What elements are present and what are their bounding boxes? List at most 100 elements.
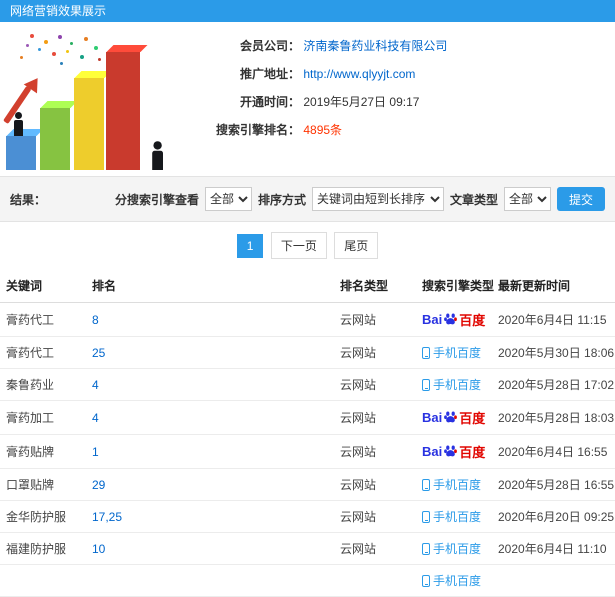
cell-rank: 17,25: [86, 500, 334, 533]
field-promo-url-label: 推广地址：: [239, 67, 300, 81]
baidu-paw-icon: [444, 313, 458, 325]
cell-rank: 29: [86, 468, 334, 501]
rank-link[interactable]: 4: [92, 411, 99, 425]
company-info-fields: 会员公司： 济南秦鲁药业科技有限公司 推广地址： http://www.qlyy…: [178, 30, 615, 170]
cell-time: 2020年6月4日 11:10: [492, 532, 615, 565]
cell-rank-type: 云网站: [334, 368, 416, 401]
marketing-illustration: [0, 30, 178, 170]
field-promo-url: 推广地址： http://www.qlyyjt.com: [178, 66, 615, 83]
cell-rank-type: 云网站: [334, 532, 416, 565]
company-link[interactable]: 济南秦鲁药业科技有限公司: [303, 39, 447, 53]
article-type-label: 文章类型: [449, 192, 498, 207]
table-row: 福建防护服 10 云网站 手机百度 2020年6月4日 11:10: [0, 532, 615, 565]
cell-engine: 手机百度: [416, 468, 492, 501]
cell-rank: 4: [86, 400, 334, 435]
header-engine-type: 搜索引擎类型: [416, 269, 494, 303]
table-row: 膏药代工 25 云网站 手机百度 2020年5月30日 18:06: [0, 336, 615, 369]
cell-rank: 4: [86, 368, 334, 401]
table-header-row: 关键词 排名 排名类型 搜索引擎类型 最新更新时间: [0, 269, 615, 303]
cell-rank-type: [334, 564, 416, 597]
filter-bar: 结果： 分搜索引擎查看 全部 排序方式 关键词由短到长排序 文章类型 全部 提交: [0, 176, 615, 222]
baidu-paw-icon: [444, 411, 458, 423]
baidu-paw-icon: [444, 445, 458, 457]
phone-icon: [422, 511, 430, 523]
cell-keyword: 金华防护服: [0, 500, 86, 533]
header-rank: 排名: [86, 269, 334, 303]
header-keyword: 关键词: [0, 269, 86, 303]
cell-time: 2020年5月28日 18:03: [492, 400, 615, 435]
cell-rank: 10: [86, 532, 334, 565]
table-row: 手机百度: [0, 564, 615, 597]
cell-rank-type: 云网站: [334, 500, 416, 533]
engine-rank-count-value: 4895条: [303, 123, 343, 137]
rank-link[interactable]: 4: [92, 378, 99, 392]
table-row: 膏药代工 8 云网站 Bai 百度 2020年6月4日 11:15: [0, 302, 615, 337]
cell-rank: [86, 564, 334, 597]
cell-keyword: 膏药加工: [0, 400, 86, 435]
rank-link[interactable]: 1: [92, 445, 99, 459]
pagination: 1 下一页 尾页: [0, 222, 615, 269]
cell-keyword: 膏药代工: [0, 336, 86, 369]
chart-bar-red: [106, 52, 140, 170]
cell-engine: 手机百度: [416, 336, 492, 369]
cell-rank-type: 云网站: [334, 302, 416, 337]
field-engine-rank-label: 搜索引擎排名：: [215, 123, 300, 137]
rank-link[interactable]: 8: [92, 313, 99, 327]
submit-button[interactable]: 提交: [556, 187, 605, 211]
results-table: 关键词 排名 排名类型 搜索引擎类型 最新更新时间 膏药代工 8 云网站 Bai…: [0, 269, 615, 597]
cell-keyword: 膏药贴牌: [0, 434, 86, 469]
page-next[interactable]: 下一页: [270, 232, 327, 259]
table-row: 金华防护服 17,25 云网站 手机百度 2020年6月20日 09:25: [0, 500, 615, 533]
cell-engine: Bai 百度: [416, 400, 492, 435]
cell-keyword: 膏药代工: [0, 302, 86, 337]
mobile-baidu-label: 手机百度: [422, 478, 481, 492]
sort-select[interactable]: 关键词由短到长排序: [311, 187, 444, 211]
person-figure-left: [13, 112, 23, 136]
info-section: 会员公司： 济南秦鲁药业科技有限公司 推广地址： http://www.qlyy…: [0, 22, 615, 176]
cell-time: 2020年5月28日 17:02: [492, 368, 615, 401]
rank-link[interactable]: 25: [92, 346, 105, 360]
article-type-select[interactable]: 全部: [503, 187, 551, 211]
phone-icon: [422, 543, 430, 555]
cell-engine: Bai 百度: [416, 302, 492, 337]
page-title-bar: 网络营销效果展示: [0, 0, 615, 22]
header-rank-type: 排名类型: [334, 269, 416, 303]
cell-time: 2020年6月20日 09:25: [492, 500, 615, 533]
phone-icon: [422, 575, 430, 587]
phone-icon: [422, 479, 430, 491]
cell-rank: 8: [86, 302, 334, 337]
baidu-logo: Bai 百度: [422, 312, 486, 328]
rank-link[interactable]: 10: [92, 542, 105, 556]
cell-time: [492, 564, 615, 597]
field-company-label: 会员公司：: [239, 39, 300, 53]
baidu-logo: Bai 百度: [422, 444, 486, 460]
cell-engine: 手机百度: [416, 500, 492, 533]
page-current[interactable]: 1: [236, 234, 264, 258]
mobile-baidu-label: 手机百度: [422, 510, 481, 524]
engine-filter-select[interactable]: 全部: [204, 187, 252, 211]
mobile-baidu-label: 手机百度: [422, 346, 481, 360]
mobile-baidu-label: 手机百度: [422, 378, 481, 392]
table-body: 膏药代工 8 云网站 Bai 百度 2020年6月4日 11:15 膏药代工 25…: [0, 302, 615, 597]
result-label: 结果：: [10, 192, 47, 207]
promo-url-link[interactable]: http://www.qlyyjt.com: [303, 67, 415, 81]
person-figure-right: [151, 141, 163, 170]
cell-rank-type: 云网站: [334, 400, 416, 435]
rank-link[interactable]: 17,25: [92, 510, 122, 524]
cell-rank-type: 云网站: [334, 336, 416, 369]
rank-link[interactable]: 29: [92, 478, 105, 492]
cell-engine: 手机百度: [416, 368, 492, 401]
page-title: 网络营销效果展示: [10, 4, 107, 18]
header-update-time: 最新更新时间: [492, 269, 615, 303]
table-row: 膏药贴牌 1 云网站 Bai 百度 2020年6月4日 16:55: [0, 434, 615, 469]
mobile-baidu-label: 手机百度: [422, 542, 481, 556]
table-row: 口罩贴牌 29 云网站 手机百度 2020年5月28日 16:55: [0, 468, 615, 501]
page-last[interactable]: 尾页: [334, 232, 379, 259]
field-engine-rank-count: 搜索引擎排名： 4895条: [178, 122, 615, 139]
field-open-time: 开通时间： 2019年5月27日 09:17: [178, 94, 615, 111]
field-company: 会员公司： 济南秦鲁药业科技有限公司: [178, 38, 615, 55]
cell-keyword: [0, 564, 86, 597]
cell-rank: 1: [86, 434, 334, 469]
cell-keyword: 口罩贴牌: [0, 468, 86, 501]
cell-time: 2020年5月28日 16:55: [492, 468, 615, 501]
